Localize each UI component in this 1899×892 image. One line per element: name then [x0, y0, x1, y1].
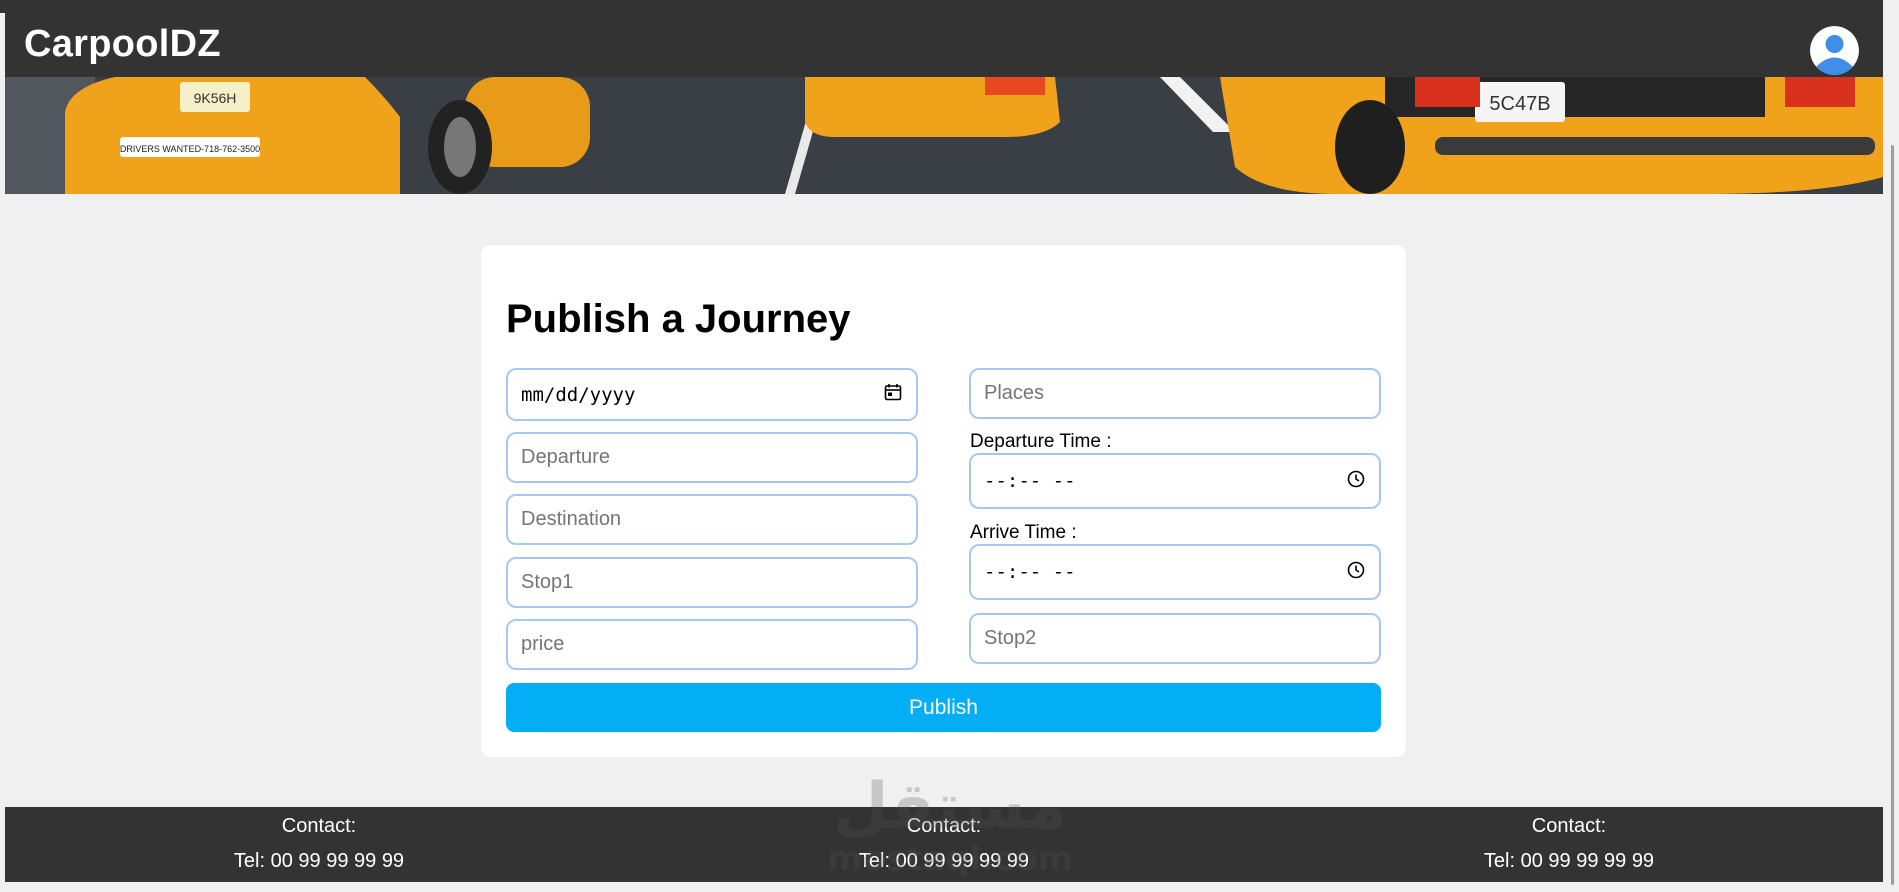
window-top-strip — [0, 0, 1899, 13]
date-input[interactable]: mm/dd/yyyy — [506, 368, 918, 421]
navbar: CarpoolDZ — [5, 13, 1883, 77]
clock-icon[interactable] — [1347, 470, 1365, 493]
clock-icon[interactable] — [1347, 561, 1365, 584]
footer-contact-title: Contact: — [281, 815, 357, 837]
publish-journey-card: Publish a Journey mm/dd/yyyy Departure T… — [481, 245, 1406, 757]
user-avatar-icon[interactable] — [1810, 26, 1859, 75]
arrive-time-value: --:-- -- — [984, 561, 1076, 583]
publish-button[interactable]: Publish — [506, 683, 1381, 732]
footer: Contact: Tel: 00 99 99 99 99 Contact: Te… — [5, 807, 1883, 882]
scrollbar-thumb[interactable] — [1891, 145, 1894, 885]
departure-input[interactable] — [506, 432, 918, 483]
footer-contact-tel: Tel: 00 99 99 99 99 — [858, 850, 1030, 872]
price-input[interactable] — [506, 619, 918, 670]
departure-time-label: Departure Time : — [970, 431, 1112, 452]
footer-contact-tel: Tel: 00 99 99 99 99 — [233, 850, 405, 872]
page-title: Publish a Journey — [506, 297, 851, 341]
date-value: mm/dd/yyyy — [521, 383, 636, 406]
scrollbar[interactable] — [1883, 0, 1899, 892]
departure-time-value: --:-- -- — [984, 470, 1076, 492]
stop1-input[interactable] — [506, 557, 918, 608]
arrive-time-input[interactable]: --:-- -- — [969, 544, 1381, 600]
brand-logo-text[interactable]: CarpoolDZ — [24, 23, 221, 66]
hero-banner-image: 9K56H DRIVERS WANTED-718-762-3500 5C47B — [5, 77, 1883, 194]
stop2-input[interactable] — [969, 613, 1381, 664]
plate-left-text: 9K56H — [194, 90, 237, 106]
taxi-ad-text: DRIVERS WANTED-718-762-3500 — [120, 144, 260, 154]
plate-right-text: 5C47B — [1489, 93, 1550, 115]
departure-time-input[interactable]: --:-- -- — [969, 453, 1381, 509]
page-bottom-strip — [0, 882, 1883, 892]
footer-contact-tel: Tel: 00 99 99 99 99 — [1483, 850, 1655, 872]
places-input[interactable] — [969, 368, 1381, 419]
calendar-icon[interactable] — [884, 383, 902, 406]
destination-input[interactable] — [506, 494, 918, 545]
footer-contact-title: Contact: — [906, 815, 982, 837]
footer-contact-title: Contact: — [1531, 815, 1607, 837]
arrive-time-label: Arrive Time : — [970, 522, 1077, 543]
